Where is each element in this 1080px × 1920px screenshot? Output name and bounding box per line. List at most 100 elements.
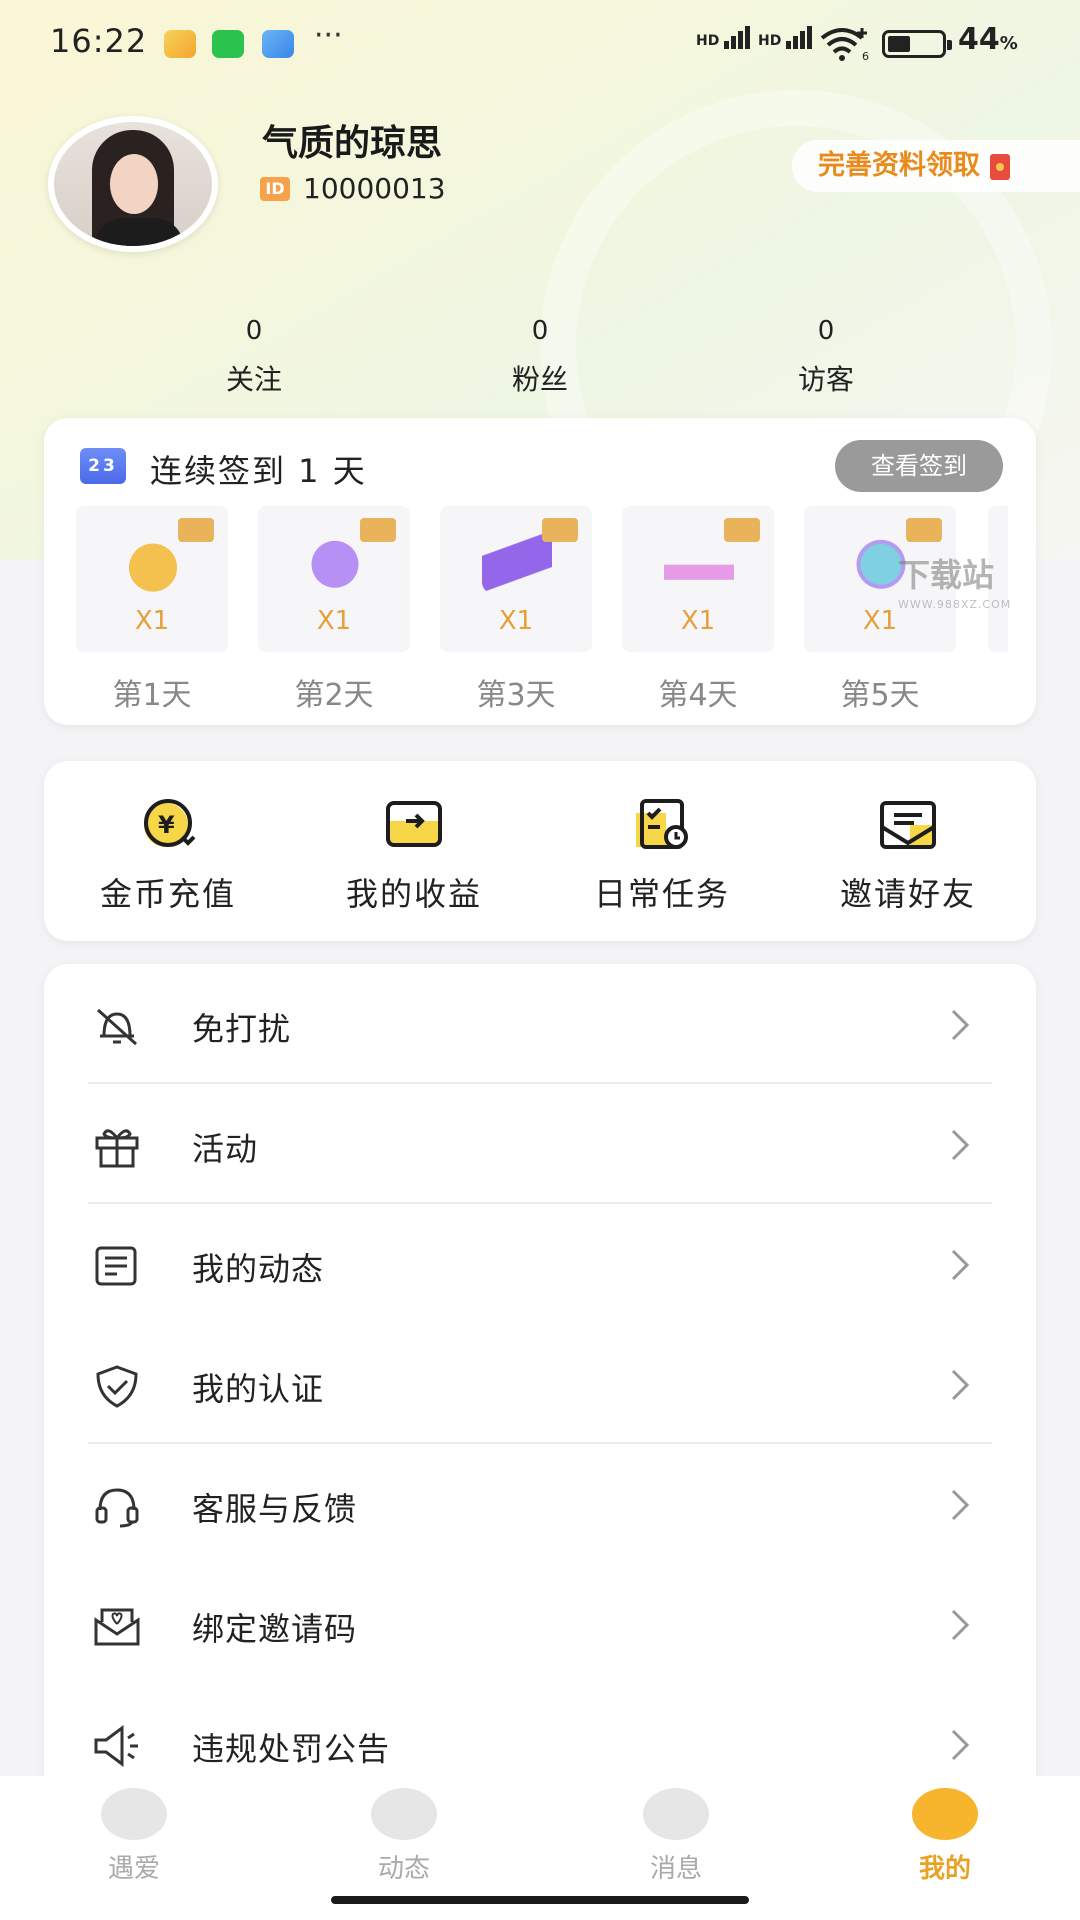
day-label: 第5天 bbox=[840, 678, 920, 713]
menu-item-activity[interactable]: 活动 bbox=[44, 1084, 1036, 1204]
stat-label: 粉丝 bbox=[511, 363, 568, 396]
home-indicator[interactable] bbox=[331, 1896, 749, 1904]
megaphone-icon bbox=[94, 1725, 138, 1767]
watermark-main: 下载站 bbox=[898, 556, 995, 594]
status-time: 16:22 bbox=[50, 22, 148, 60]
day-label: 第2天 bbox=[294, 678, 374, 713]
menu-item-verification[interactable]: 我的认证 bbox=[44, 1324, 1036, 1444]
more-notifications-icon: ··· bbox=[314, 18, 343, 53]
wifi-icon: 6 bbox=[820, 28, 869, 62]
invite-code-icon bbox=[94, 1608, 140, 1646]
stat-label: 关注 bbox=[225, 363, 282, 396]
complete-profile-button[interactable]: 完善资料领取 bbox=[792, 140, 1080, 192]
menu-label: 违规处罚公告 bbox=[192, 1730, 391, 1768]
quick-action-label: 我的收益 bbox=[345, 875, 482, 913]
chat-bubble-tab-icon bbox=[643, 1788, 709, 1840]
invite-mail-icon bbox=[880, 801, 936, 849]
menu-label: 我的认证 bbox=[192, 1370, 325, 1408]
smile-tab-icon bbox=[912, 1788, 978, 1840]
id-badge: ID bbox=[260, 177, 290, 201]
day-label: 第1天 bbox=[112, 678, 192, 713]
tab-label: 消息 bbox=[649, 1854, 702, 1884]
tab-label: 我的 bbox=[918, 1854, 971, 1884]
stat-following[interactable]: 0 关注 bbox=[174, 316, 334, 398]
chevron-right-icon bbox=[951, 1729, 970, 1761]
wechat-icon bbox=[212, 30, 244, 58]
shield-check-icon bbox=[96, 1365, 138, 1408]
day-label: 第3天 bbox=[476, 678, 556, 713]
sign-day-4[interactable]: X1 第4天 bbox=[622, 506, 774, 714]
menu-item-my-feed[interactable]: 我的动态 bbox=[44, 1204, 1036, 1324]
battery-value: 44 bbox=[958, 22, 1000, 57]
menu-item-support-feedback[interactable]: 客服与反馈 bbox=[44, 1444, 1036, 1564]
svg-text:¥: ¥ bbox=[158, 811, 175, 839]
stat-visitors[interactable]: 0 访客 bbox=[746, 316, 906, 398]
coin-recharge-icon: ¥ bbox=[144, 799, 196, 847]
reward-box: X1 bbox=[76, 506, 228, 652]
reward-tag-icon bbox=[542, 518, 578, 542]
stat-value: 0 bbox=[817, 316, 835, 346]
chevron-right-icon bbox=[951, 1609, 970, 1641]
invite-friends-button[interactable]: 邀请好友 bbox=[808, 797, 1008, 915]
reward-tag-icon bbox=[360, 518, 396, 542]
menu-label: 我的动态 bbox=[192, 1250, 325, 1288]
sign-in-card: 23 连续签到 1 天 查看签到 X1 第1天 X1 第2天 X1 第3天 X1 bbox=[44, 418, 1036, 725]
message-app-icon bbox=[262, 30, 294, 58]
chevron-right-icon bbox=[951, 1249, 970, 1281]
daily-task-button[interactable]: 日常任务 bbox=[562, 797, 762, 915]
tab-me[interactable]: 我的 bbox=[875, 1788, 1015, 1885]
stats-row: 0 关注 0 粉丝 0 访客 bbox=[0, 316, 1080, 396]
watermark: 下载站 WWW.988XZ.COM bbox=[898, 550, 1011, 611]
sign-day-3[interactable]: X1 第3天 bbox=[440, 506, 592, 714]
status-bar: 16:22 ··· HD HD 6 44% bbox=[0, 0, 1080, 88]
chevron-right-icon bbox=[951, 1369, 970, 1401]
chevron-right-icon bbox=[951, 1489, 970, 1521]
stat-fans[interactable]: 0 粉丝 bbox=[460, 316, 620, 398]
chevron-right-icon bbox=[951, 1129, 970, 1161]
reward-tag-icon bbox=[906, 518, 942, 542]
reward-tag-icon bbox=[178, 518, 214, 542]
stat-label: 访客 bbox=[797, 363, 854, 396]
tab-feed[interactable]: 动态 bbox=[334, 1788, 474, 1885]
planet-tab-icon bbox=[371, 1788, 437, 1840]
view-sign-in-button[interactable]: 查看签到 bbox=[835, 440, 1003, 492]
red-packet-icon bbox=[990, 153, 1010, 180]
wallet-icon bbox=[386, 801, 442, 847]
bell-off-icon bbox=[96, 1008, 138, 1046]
menu-label: 绑定邀请码 bbox=[192, 1610, 358, 1648]
task-icon bbox=[636, 799, 688, 849]
reward-tag-icon bbox=[724, 518, 760, 542]
heart-tab-icon bbox=[101, 1788, 167, 1840]
reward-box: X1 bbox=[622, 506, 774, 652]
gift-icon bbox=[95, 1129, 139, 1168]
sign-in-title: 连续签到 1 天 bbox=[150, 452, 367, 490]
reward-box: X1 bbox=[440, 506, 592, 652]
reward-multiplier: X1 bbox=[134, 606, 170, 636]
tab-messages[interactable]: 消息 bbox=[606, 1788, 746, 1885]
menu-item-do-not-disturb[interactable]: 免打扰 bbox=[44, 964, 1036, 1084]
tab-label: 遇爱 bbox=[107, 1854, 160, 1884]
signal-hd-label: HD bbox=[696, 33, 720, 49]
feed-icon bbox=[95, 1246, 137, 1286]
battery-icon bbox=[882, 30, 952, 58]
avatar[interactable] bbox=[48, 116, 218, 252]
battery-percent: 44% bbox=[958, 22, 1018, 57]
sign-day-2[interactable]: X1 第2天 bbox=[258, 506, 410, 714]
tab-meet-love[interactable]: 遇爱 bbox=[64, 1788, 204, 1885]
watermark-sub: WWW.988XZ.COM bbox=[898, 598, 1012, 611]
quick-action-label: 日常任务 bbox=[593, 875, 730, 913]
nickname: 气质的琼思 bbox=[262, 123, 443, 164]
reward-multiplier: X1 bbox=[316, 606, 352, 636]
headset-icon bbox=[95, 1488, 139, 1528]
battery-unit: % bbox=[999, 33, 1018, 54]
signal-icon-1: HD bbox=[696, 26, 752, 49]
sign-day-1[interactable]: X1 第1天 bbox=[76, 506, 228, 714]
my-earnings-button[interactable]: 我的收益 bbox=[314, 797, 514, 915]
quick-action-label: 邀请好友 bbox=[839, 875, 976, 913]
signal-hd-label: HD bbox=[758, 33, 782, 49]
menu-item-bind-invite-code[interactable]: 绑定邀请码 bbox=[44, 1564, 1036, 1684]
reward-multiplier: X1 bbox=[680, 606, 716, 636]
coin-recharge-button[interactable]: ¥ 金币充值 bbox=[68, 797, 268, 915]
complete-profile-label: 完善资料领取 bbox=[818, 150, 980, 181]
menu-label: 客服与反馈 bbox=[192, 1490, 358, 1528]
